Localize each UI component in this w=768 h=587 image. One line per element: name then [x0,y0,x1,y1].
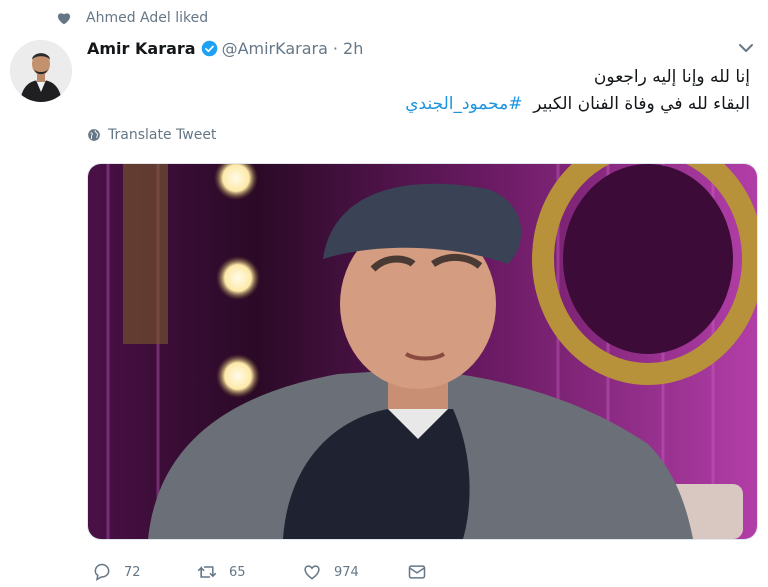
chevron-down-icon[interactable] [738,42,754,54]
reply-button[interactable]: 72 [92,560,141,584]
tweet-text: إنا لله وإنا إليه راجعون البقاء لله في و… [405,64,750,118]
tweet-timestamp[interactable]: 2h [343,39,363,58]
heart-outline-icon [304,565,320,580]
tweet-media[interactable] [87,163,758,540]
tweet-header: Amir Karara @AmirKarara · 2h [87,37,363,59]
reply-icon [94,563,110,582]
heart-icon [57,13,71,25]
tweet-text-line-1: إنا لله وإنا إليه راجعون [593,67,750,87]
tweet-actions: 72 65 974 [87,560,487,584]
retweet-icon [197,566,217,578]
retweet-button[interactable]: 65 [197,560,246,584]
social-context: Ahmed Adel liked [56,8,208,28]
direct-message-button[interactable] [407,560,439,584]
envelope-icon [408,565,426,579]
author-name[interactable]: Amir Karara [87,39,196,58]
retweet-count: 65 [229,564,246,580]
author-handle[interactable]: @AmirKarara [222,39,328,58]
globe-icon [88,129,100,141]
tweet-text-line-2: البقاء لله في وفاة الفنان الكبير #محمود_… [405,91,750,118]
like-button[interactable]: 974 [302,560,359,584]
translate-label: Translate Tweet [108,127,217,143]
photo-image [88,164,757,539]
like-count: 974 [334,564,359,580]
reply-count: 72 [124,564,141,580]
separator-dot: · [332,38,339,58]
translate-tweet-link[interactable]: Translate Tweet [87,127,216,143]
verified-badge-icon [201,40,217,56]
avatar-image [10,40,72,102]
liked-by-label[interactable]: Ahmed Adel liked [86,10,208,26]
tweet-text-line-2-body: البقاء لله في وفاة الفنان الكبير [533,94,750,114]
avatar[interactable] [10,40,72,102]
hashtag-link[interactable]: #محمود_الجندي [405,94,522,114]
